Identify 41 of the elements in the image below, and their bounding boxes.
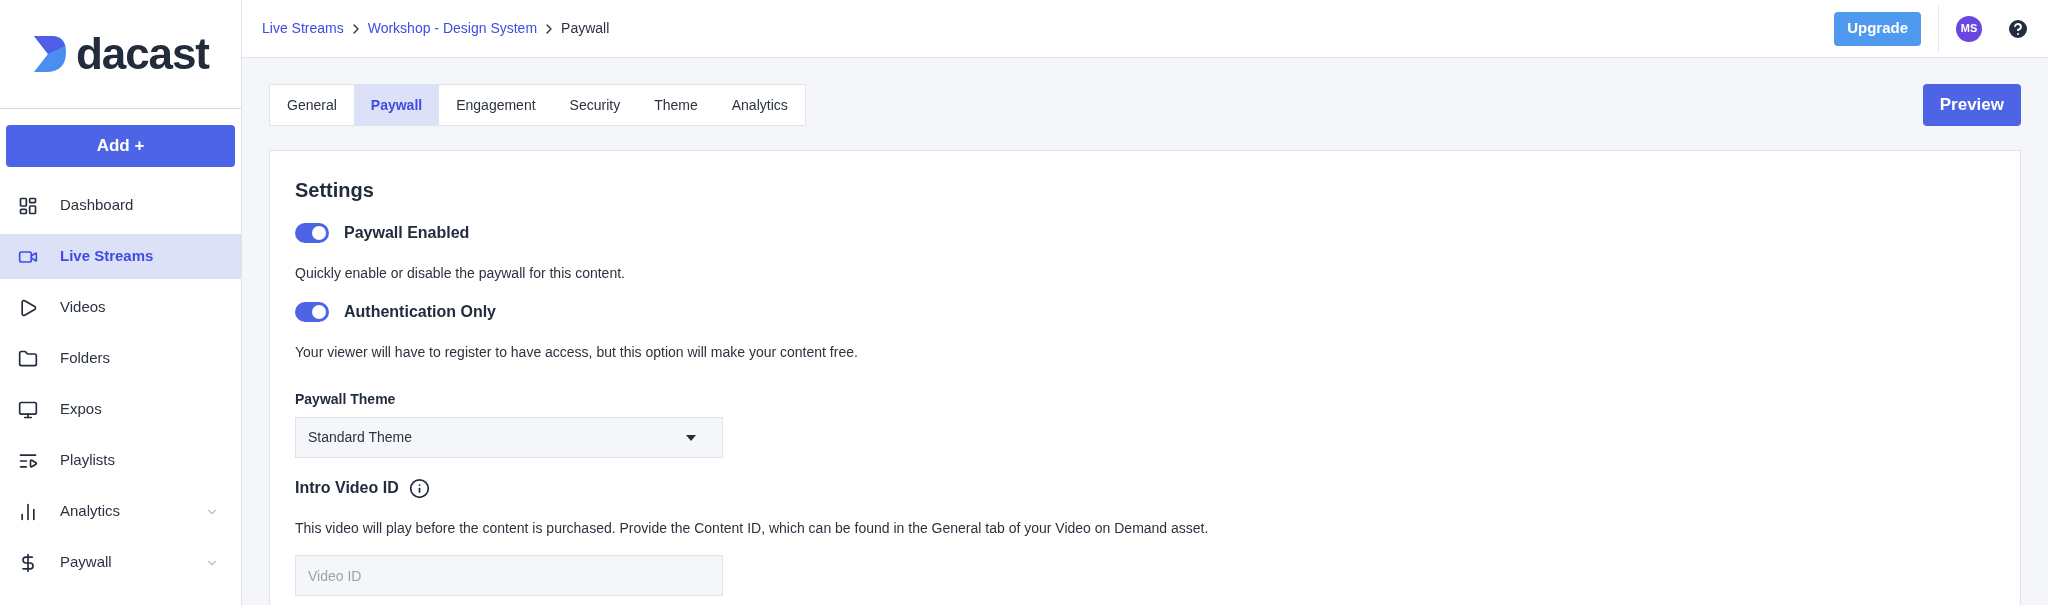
logo-wordmark: dacast bbox=[76, 32, 209, 76]
field-description: This video will play before the content is purchased. Provide the Content ID, which can be found in the General tab of your Video on Demand asset. bbox=[295, 519, 1209, 538]
toggle-label: Paywall Enabled bbox=[344, 223, 470, 243]
breadcrumb-link[interactable]: Live Streams bbox=[262, 18, 344, 39]
toggle-switch[interactable] bbox=[295, 302, 329, 322]
add-button[interactable]: Add + bbox=[6, 125, 235, 167]
toggle-description: Quickly enable or disable the paywall for this content. bbox=[295, 264, 625, 283]
tab[interactable]: Theme bbox=[637, 85, 715, 125]
nav-icon bbox=[18, 195, 38, 216]
toggle-label: Authentication Only bbox=[344, 302, 496, 322]
field-label: Paywall Theme bbox=[295, 390, 396, 409]
logo-icon bbox=[32, 34, 69, 74]
video-id-field[interactable]: Video ID bbox=[295, 555, 723, 596]
nav-icon bbox=[18, 501, 38, 522]
toggle-description: Your viewer will have to register to have access, but this option will make your content free. bbox=[295, 343, 858, 362]
section-title: Settings bbox=[295, 178, 374, 203]
sidebar-item[interactable]: Videos bbox=[0, 285, 241, 330]
tab[interactable]: General bbox=[270, 85, 354, 125]
nav-icon bbox=[18, 297, 38, 318]
dropdown-caret-icon bbox=[686, 434, 696, 441]
tab[interactable]: Paywall bbox=[353, 85, 440, 125]
sidebar-item[interactable]: Dashboard bbox=[0, 183, 241, 228]
sidebar-item[interactable]: Expos bbox=[0, 387, 241, 432]
sidebar-item[interactable]: Live Streams bbox=[0, 234, 241, 279]
user-avatar[interactable]: MS bbox=[1956, 15, 1982, 42]
field-label: Intro Video ID bbox=[295, 478, 399, 498]
sidebar-item[interactable]: Paywall bbox=[0, 540, 241, 585]
theme-dropdown[interactable]: Standard Theme bbox=[295, 417, 723, 458]
breadcrumb-current: Paywall bbox=[561, 19, 610, 38]
breadcrumb-link[interactable]: Workshop - Design System bbox=[367, 18, 538, 39]
nav-icon bbox=[18, 348, 38, 369]
tab[interactable]: Security bbox=[552, 85, 638, 125]
tab[interactable]: Analytics bbox=[714, 85, 805, 125]
tab[interactable]: Engagement bbox=[439, 85, 553, 125]
sidebar-item[interactable]: Playlists bbox=[0, 438, 241, 483]
sidebar-item[interactable]: Folders bbox=[0, 336, 241, 381]
nav-icon bbox=[18, 399, 38, 420]
sidebar-item[interactable]: Analytics bbox=[0, 489, 241, 534]
info-icon[interactable] bbox=[408, 477, 430, 499]
toggle-switch[interactable] bbox=[295, 223, 329, 243]
preview-button[interactable]: Preview bbox=[1922, 84, 2021, 126]
